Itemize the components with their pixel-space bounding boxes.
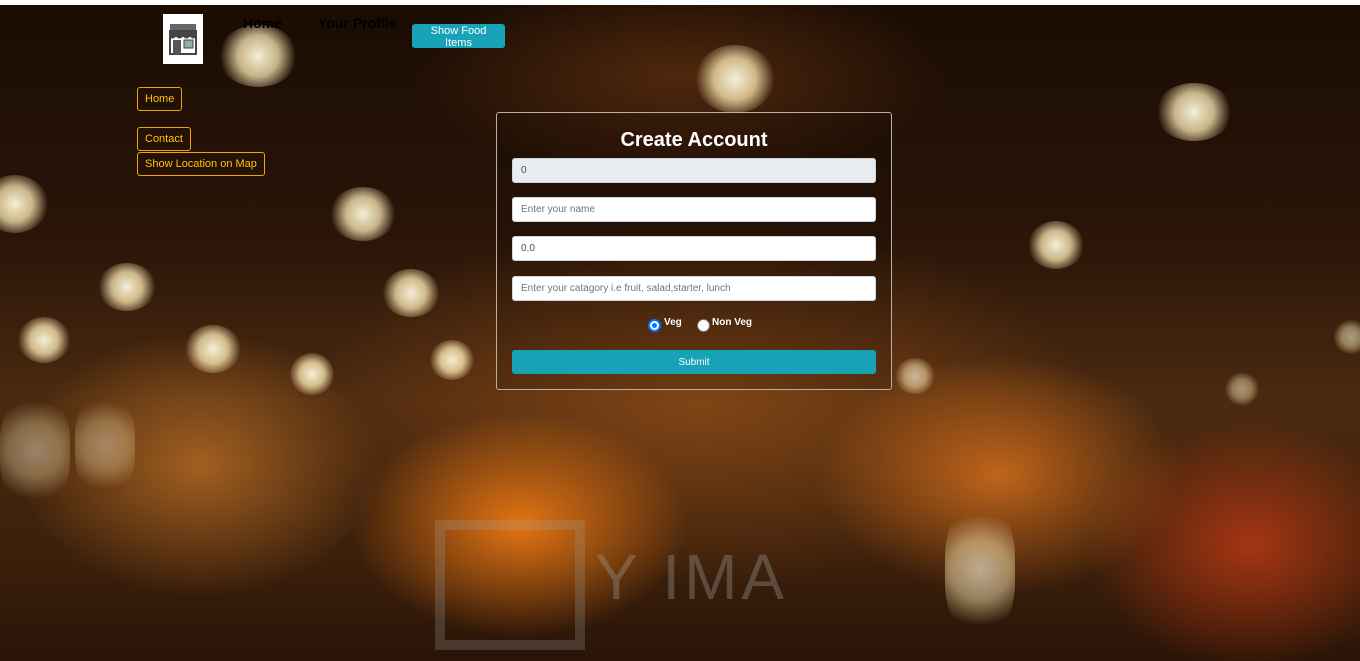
food-type-radio-group: Veg Non Veg bbox=[497, 317, 891, 335]
name-input[interactable] bbox=[512, 197, 876, 222]
veg-radio[interactable] bbox=[648, 319, 661, 332]
sidebar-home-button[interactable]: Home bbox=[137, 87, 183, 111]
show-food-items-button[interactable]: Show Food Items bbox=[412, 24, 505, 49]
non-veg-radio[interactable] bbox=[697, 319, 710, 332]
non-veg-radio-label[interactable]: Non Veg bbox=[712, 317, 752, 328]
nav-home-link[interactable]: Home bbox=[243, 15, 282, 31]
category-input[interactable] bbox=[512, 276, 876, 301]
navbar: Home Your Profile Show Food Items bbox=[0, 5, 1360, 75]
create-account-card: Create Account Veg Non Veg Submit bbox=[496, 112, 892, 390]
watermark-text: Y IMA bbox=[595, 541, 789, 613]
nav-your-profile-link[interactable]: Your Profile bbox=[318, 15, 396, 31]
watermark: Y IMA bbox=[420, 520, 960, 650]
sidebar-contact-button[interactable]: Contact bbox=[137, 127, 191, 151]
veg-radio-label[interactable]: Veg bbox=[664, 317, 682, 328]
price-input[interactable] bbox=[512, 236, 876, 261]
sidebar-show-location-button[interactable]: Show Location on Map bbox=[137, 152, 265, 176]
shop-logo-icon[interactable] bbox=[163, 14, 203, 64]
form-title: Create Account bbox=[620, 129, 768, 151]
watermark-logo bbox=[435, 520, 585, 650]
submit-button[interactable]: Submit bbox=[512, 350, 876, 374]
id-field[interactable] bbox=[512, 158, 876, 183]
